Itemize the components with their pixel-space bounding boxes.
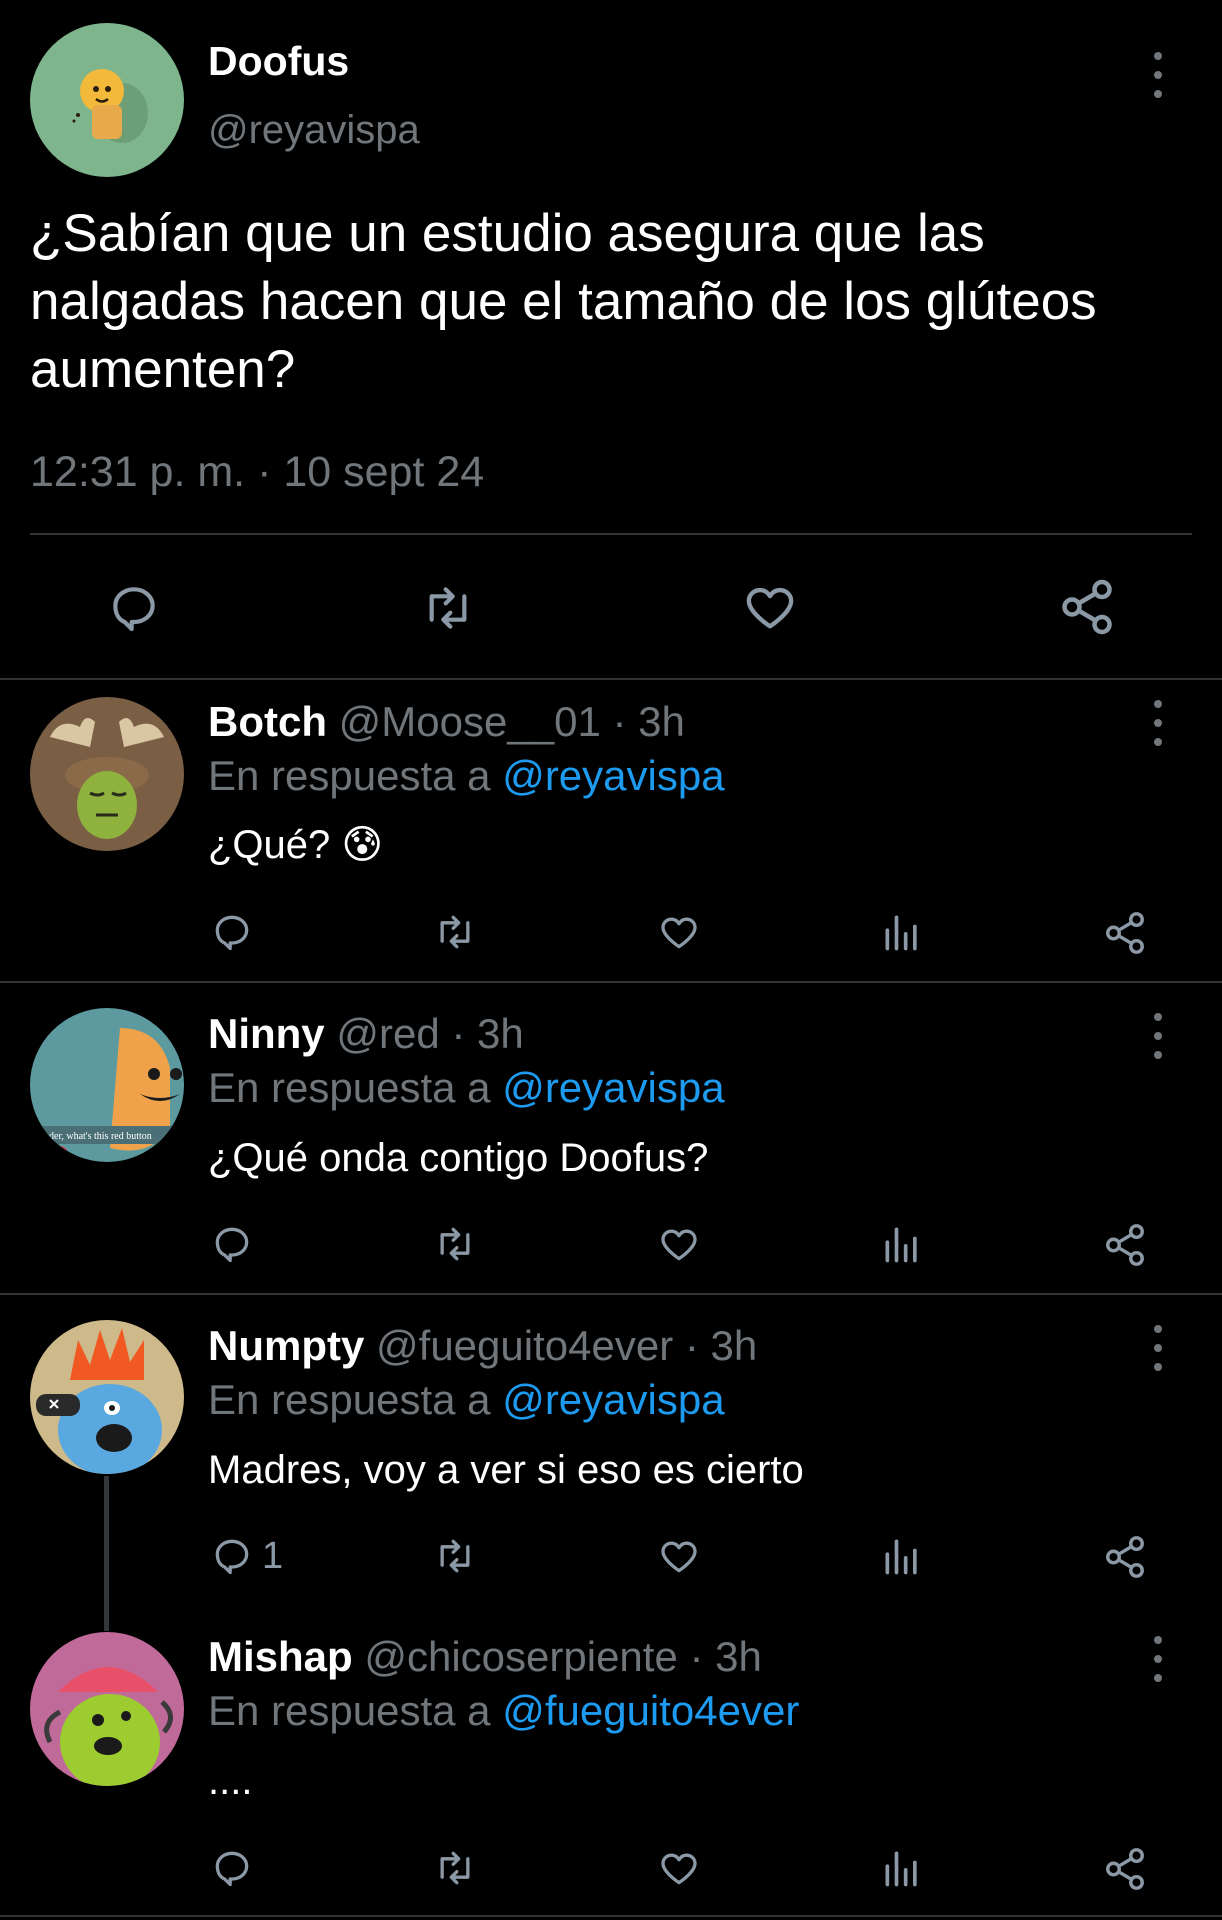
share-icon[interactable] [1057, 577, 1117, 637]
retweet-icon[interactable] [430, 910, 480, 954]
like-icon[interactable] [656, 1534, 702, 1578]
avatar-ninny[interactable]: nder, what's this red button [30, 1008, 184, 1162]
reply-text: .... [208, 1759, 253, 1803]
avatar-mishap[interactable] [30, 1632, 184, 1786]
reply-divider [0, 1293, 1222, 1295]
avatar-botch[interactable] [30, 697, 184, 851]
reply-context: En respuesta a @fueguito4ever [208, 1687, 799, 1735]
reply-to-link[interactable]: @reyavispa [502, 752, 724, 799]
reply-context-prefix: En respuesta a [208, 1376, 491, 1423]
reply-display-name[interactable]: Numpty [208, 1322, 364, 1369]
reply-context: En respuesta a @reyavispa [208, 1376, 725, 1424]
retweet-icon[interactable] [430, 1534, 480, 1578]
more-options-icon[interactable] [1148, 1013, 1168, 1059]
more-options-icon[interactable] [1148, 1636, 1168, 1682]
views-icon[interactable] [880, 1222, 924, 1266]
share-icon[interactable] [1102, 1534, 1148, 1580]
reply-header: Mishap @chicoserpiente · 3h [208, 1633, 762, 1681]
reply-time: · 3h [612, 698, 685, 745]
like-icon[interactable] [739, 578, 801, 636]
avatar-numpty[interactable] [30, 1320, 184, 1474]
reply-to-link[interactable]: @reyavispa [502, 1064, 724, 1111]
reply-time: · 3h [684, 1322, 758, 1369]
reply-header: Botch @Moose__01 · 3h [208, 698, 685, 746]
bottom-divider [0, 1915, 1222, 1917]
main-tweet-divider [0, 678, 1222, 680]
reply-time: · 3h [451, 1010, 524, 1057]
reply-handle[interactable]: @red [336, 1010, 439, 1057]
avatar-doofus[interactable] [30, 23, 184, 177]
retweet-icon[interactable] [430, 1222, 480, 1266]
reply-context-prefix: En respuesta a [208, 1064, 491, 1111]
tweet-text: ¿Sabían que un estudio asegura que las n… [30, 204, 1097, 399]
reply-icon[interactable] [105, 580, 163, 636]
share-icon[interactable] [1102, 1222, 1148, 1268]
retweet-icon[interactable] [416, 580, 480, 636]
reply-context: En respuesta a @reyavispa [208, 1064, 725, 1112]
reply-to-link[interactable]: @reyavispa [502, 1376, 724, 1423]
reply-text: ¿Qué onda contigo Doofus? [208, 1136, 709, 1180]
author-handle[interactable]: @reyavispa [208, 108, 420, 153]
reply-text-row: ¿Qué? 😰 [208, 822, 383, 868]
reply-icon[interactable] [210, 1846, 254, 1890]
reply-icon[interactable] [210, 910, 254, 954]
reply-count: 1 [262, 1534, 284, 1577]
reply-context-prefix: En respuesta a [208, 1687, 491, 1734]
reply-display-name[interactable]: Botch [208, 698, 327, 745]
author-display-name[interactable]: Doofus [208, 38, 349, 85]
reply-handle[interactable]: @chicoserpiente [364, 1633, 677, 1680]
more-options-icon[interactable] [1148, 700, 1168, 746]
views-icon[interactable] [880, 1846, 924, 1890]
thread-connector-line [104, 1476, 109, 1631]
reply-time: · 3h [689, 1633, 762, 1680]
like-icon[interactable] [656, 910, 702, 954]
reply-text: Madres, voy a ver si eso es cierto [208, 1448, 804, 1492]
more-options-icon[interactable] [1148, 52, 1168, 98]
reply-context: En respuesta a @reyavispa [208, 752, 725, 800]
reply-display-name[interactable]: Mishap [208, 1633, 353, 1680]
timestamp-divider [30, 533, 1192, 535]
views-icon[interactable] [880, 910, 924, 954]
reply-to-link[interactable]: @fueguito4ever [502, 1687, 799, 1734]
reply-context-prefix: En respuesta a [208, 752, 491, 799]
anxious-face-emoji: 😰 [341, 823, 384, 867]
retweet-icon[interactable] [430, 1846, 480, 1890]
reply-icon[interactable] [210, 1222, 254, 1266]
share-icon[interactable] [1102, 910, 1148, 956]
reply-handle[interactable]: @fueguito4ever [376, 1322, 673, 1369]
more-options-icon[interactable] [1148, 1325, 1168, 1371]
views-icon[interactable] [880, 1534, 924, 1578]
share-icon[interactable] [1102, 1846, 1148, 1892]
reply-handle[interactable]: @Moose__01 [339, 698, 601, 745]
like-icon[interactable] [656, 1222, 702, 1266]
reply-display-name[interactable]: Ninny [208, 1010, 325, 1057]
like-icon[interactable] [656, 1846, 702, 1890]
avatar-caption: nder, what's this red button [44, 1131, 152, 1142]
reply-divider [0, 981, 1222, 983]
reply-header: Ninny @red · 3h [208, 1010, 524, 1058]
reply-icon[interactable]: 1 [210, 1534, 283, 1578]
reply-text: ¿Qué? [208, 823, 331, 867]
tweet-timestamp: 12:31 p. m. · 10 sept 24 [30, 448, 485, 496]
reply-header: Numpty @fueguito4ever · 3h [208, 1322, 757, 1370]
